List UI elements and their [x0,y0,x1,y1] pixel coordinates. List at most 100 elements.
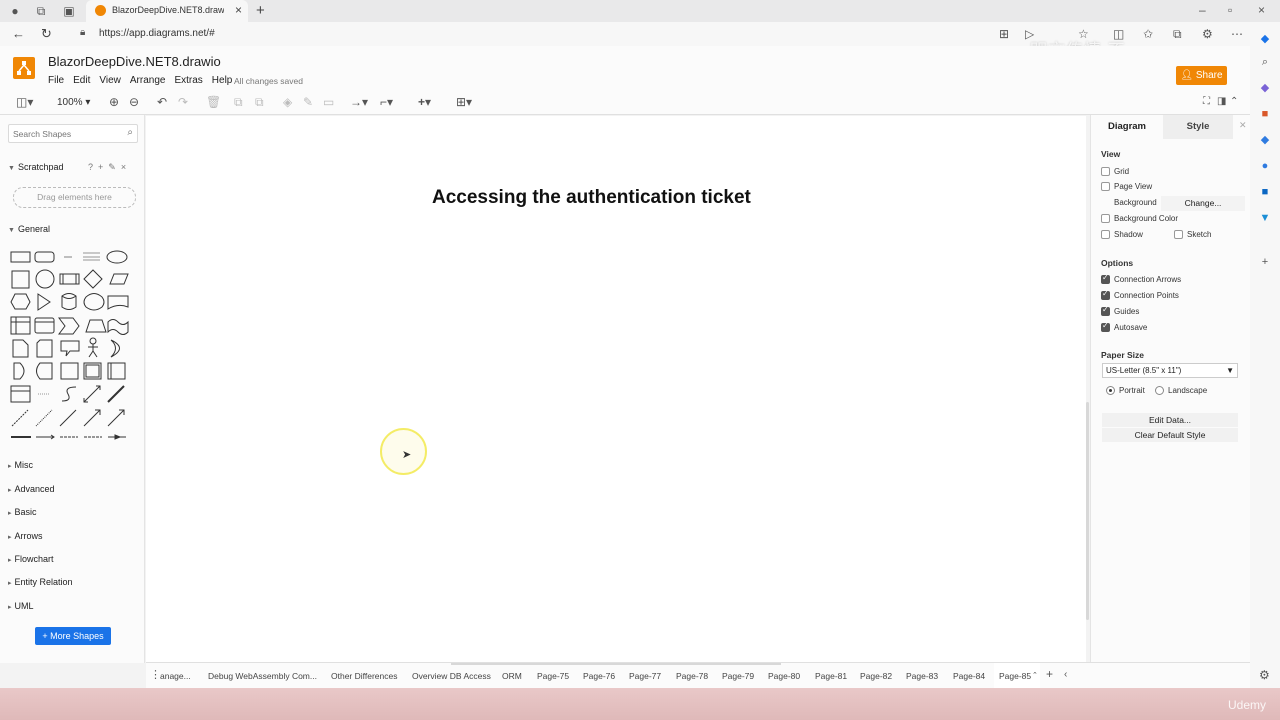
page-tab[interactable]: Page-78 [676,671,708,681]
page-tab[interactable]: Page-79 [722,671,754,681]
general-shapes-grid[interactable] [10,246,136,442]
insert-icon[interactable]: +▾ [418,95,431,109]
sidebar-office-icon[interactable]: ● [1259,160,1271,172]
search-shapes-input[interactable] [9,125,119,142]
page-view-option[interactable]: Page View [1101,182,1152,191]
more-menu-icon[interactable]: ⋯ [1231,27,1243,41]
close-icon[interactable]: ✕ [1239,120,1247,131]
general-header[interactable]: ▼ General [8,224,50,234]
guides-checkbox[interactable] [1101,305,1110,316]
page-tab[interactable]: Page-81 [815,671,847,681]
collections-icon[interactable]: ⧉ [1173,27,1182,42]
section-misc[interactable]: ▸ Misc [8,460,33,470]
edit-data-button[interactable]: Edit Data... [1102,413,1238,427]
menu-arrange[interactable]: Arrange [130,75,166,86]
tab-actions-icon[interactable]: ▣ [62,4,76,18]
connection-points-checkbox[interactable] [1101,289,1110,300]
back-icon[interactable]: ← [12,26,25,41]
landscape-radio[interactable] [1155,386,1164,395]
zoom-out-icon[interactable]: ⊖ [129,95,139,109]
paper-size-select[interactable]: US-Letter (8.5" x 11") ▼ [1102,363,1238,378]
close-icon[interactable]: × [121,162,126,173]
connection-arrows-checkbox[interactable] [1101,273,1110,284]
edit-icon[interactable]: ✎ [108,162,116,173]
horizontal-scrollbar[interactable] [451,663,781,665]
sidebar-tools-icon[interactable]: ■ [1259,108,1271,120]
section-entity-relation[interactable]: ▸ Entity Relation [8,577,73,587]
section-basic[interactable]: ▸ Basic [8,507,37,517]
format-toggle-icon[interactable]: ◨ [1217,95,1226,109]
gear-icon[interactable]: ⚙ [1259,668,1270,682]
sidebar-outlook-icon[interactable]: ■ [1259,186,1271,198]
connection-icon[interactable]: →▾ [350,95,368,109]
section-advanced[interactable]: ▸ Advanced [8,484,55,494]
background-color-checkbox[interactable] [1101,214,1110,223]
menu-view[interactable]: View [99,75,121,86]
menu-file[interactable]: File [48,75,64,86]
reload-icon[interactable]: ↻ [41,26,52,42]
add-icon[interactable]: + [98,162,103,173]
autosave-option[interactable]: Autosave [1101,321,1147,332]
portrait-radio[interactable] [1106,386,1115,395]
diagram-title-text[interactable]: Accessing the authentication ticket [432,187,751,209]
portrait-option[interactable]: Portrait [1106,386,1145,395]
delete-icon[interactable]: 🗑︎ [206,95,221,109]
sidebar-send-icon[interactable]: ▼ [1259,212,1271,224]
menu-help[interactable]: Help [212,75,233,86]
chevron-left-icon[interactable]: ‹ [1064,669,1067,680]
guides-option[interactable]: Guides [1101,305,1139,316]
profile-icon[interactable]: ● [8,4,22,18]
sketch-checkbox[interactable] [1174,230,1183,239]
grid-checkbox[interactable] [1101,167,1110,176]
sidebar-tag-icon[interactable]: ◆ [1259,82,1271,94]
zoom-in-icon[interactable]: ⊕ [109,95,119,109]
url-field[interactable]: https://app.diagrams.net/# [99,28,215,39]
copilot-icon[interactable]: ◆ [1259,33,1271,45]
shadow-option[interactable]: Shadow [1101,230,1143,239]
fullscreen-icon[interactable]: ⛶ [1203,95,1210,109]
file-title[interactable]: BlazorDeepDive.NET8.drawio [48,54,221,69]
undo-icon[interactable]: ↶ [157,95,167,109]
section-flowchart[interactable]: ▸ Flowchart [8,554,54,564]
connection-points-option[interactable]: Connection Points [1101,289,1179,300]
collapse-toolbar-icon[interactable]: ⌃ [1230,95,1238,109]
page-view-checkbox[interactable] [1101,182,1110,191]
help-icon[interactable]: ? [88,162,93,173]
tab-style[interactable]: Style [1163,115,1233,139]
autosave-checkbox[interactable] [1101,321,1110,332]
add-page-icon[interactable]: + [1046,667,1053,681]
page-tab[interactable]: anage... [160,671,191,681]
close-tab-icon[interactable]: × [235,3,242,17]
lock-icon[interactable]: 🔒︎ [80,27,85,38]
menu-extras[interactable]: Extras [174,75,202,86]
landscape-option[interactable]: Landscape [1155,386,1207,395]
redo-icon[interactable]: ↷ [178,95,188,109]
menu-edit[interactable]: Edit [73,75,90,86]
line-color-icon[interactable]: ✎ [303,95,313,109]
workspaces-icon[interactable]: ⧉ [34,4,48,18]
waypoints-icon[interactable]: ⌐▾ [380,95,393,109]
browser-tab-active[interactable]: BlazorDeepDive.NET8.drawio - d × [86,0,248,22]
page-tab[interactable]: Page-82 [860,671,892,681]
zoom-select[interactable]: 100% ▾ [57,97,90,108]
page-tab[interactable]: Page-75 [537,671,569,681]
minimize-icon[interactable]: – [1199,3,1206,17]
background-color-option[interactable]: Background Color [1101,214,1178,223]
page-tab[interactable]: Overview DB Access [412,671,491,681]
vertical-scrollbar[interactable] [1086,402,1089,620]
sketch-option[interactable]: Sketch [1174,230,1211,239]
close-window-icon[interactable]: × [1258,3,1265,17]
shadow-checkbox[interactable] [1101,230,1110,239]
chevron-up-icon[interactable]: ⌃ [1032,671,1038,679]
connection-arrows-option[interactable]: Connection Arrows [1101,273,1181,284]
page-tab[interactable]: Page-76 [583,671,615,681]
restore-icon[interactable]: ▫ [1228,3,1232,17]
shadow-icon[interactable]: ▭ [323,95,334,109]
scratchpad-dropzone[interactable]: Drag elements here [13,187,136,208]
clear-default-style-button[interactable]: Clear Default Style [1102,428,1238,442]
share-button[interactable]: 👤︎ Share [1176,66,1227,85]
new-tab-icon[interactable]: + [256,2,265,19]
extensions-icon[interactable]: ⚙ [1202,27,1213,41]
page-tab[interactable]: Page-83 [906,671,938,681]
to-back-icon[interactable]: ⧉ [255,95,264,109]
